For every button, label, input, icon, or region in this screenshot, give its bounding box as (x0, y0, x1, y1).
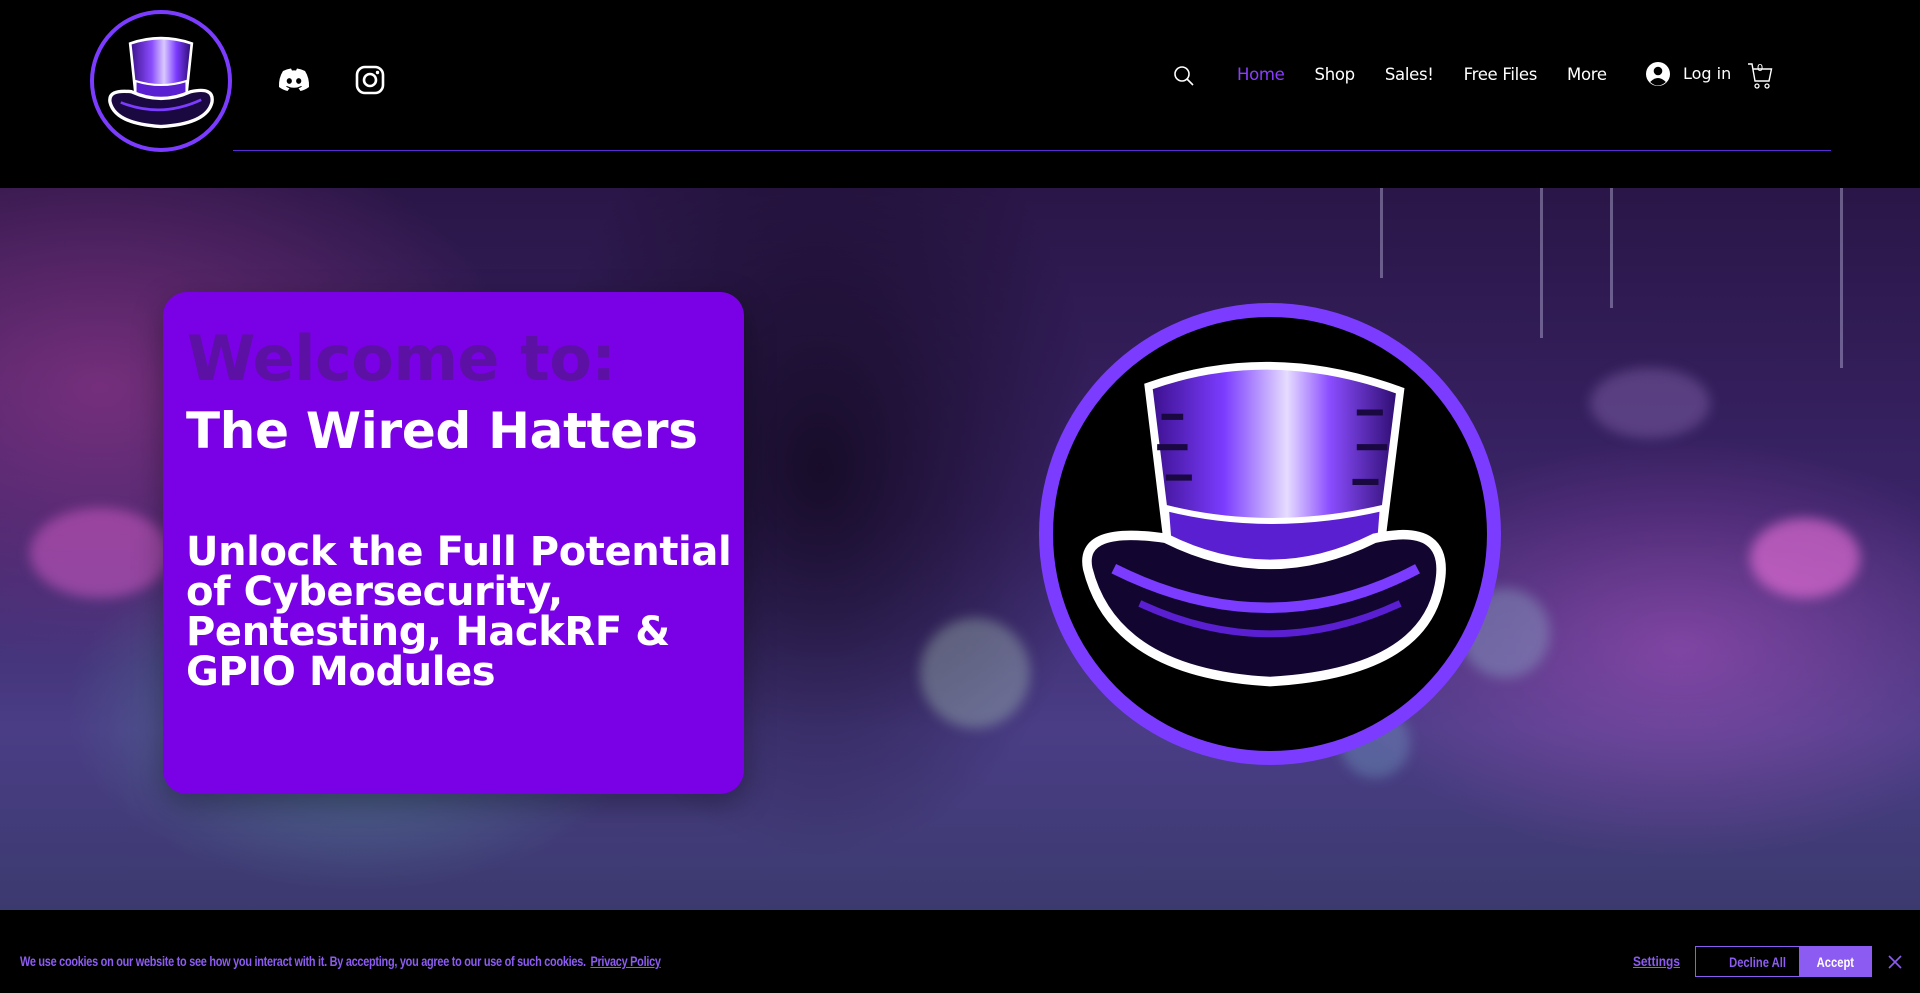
nav-item-home[interactable]: Home (1237, 62, 1285, 88)
header-divider (233, 150, 1831, 151)
cookie-message: We use cookies on our website to see how… (20, 950, 661, 972)
cookie-message-text: We use cookies on our website to see how… (20, 953, 586, 969)
bokeh-light (920, 618, 1030, 728)
discord-icon (278, 68, 310, 91)
privacy-policy-link[interactable]: Privacy Policy (590, 953, 661, 969)
discord-link[interactable] (276, 62, 312, 98)
decline-all-label: Decline All (1729, 953, 1787, 970)
main-nav: Home Shop Sales! Free Files More (1237, 62, 1607, 88)
login-label: Log in (1683, 64, 1732, 83)
bokeh-light (1590, 368, 1710, 438)
site-logo[interactable] (90, 10, 232, 152)
instagram-link[interactable] (352, 62, 388, 98)
site-header: Home Shop Sales! Free Files More Log in … (0, 0, 1920, 188)
bokeh-light (30, 508, 170, 598)
accept-button[interactable]: Accept (1799, 946, 1872, 977)
nav-item-free-files[interactable]: Free Files (1464, 62, 1538, 88)
cart-count: 0 (1756, 63, 1764, 74)
welcome-card: Welcome to: The Wired Hatters Unlock the… (163, 292, 744, 794)
cookie-settings-link[interactable]: Settings (1633, 953, 1680, 969)
welcome-eyebrow: Welcome to: (187, 322, 616, 395)
light-streak (1840, 188, 1843, 368)
bokeh-light (1750, 518, 1860, 598)
nav-item-more[interactable]: More (1567, 62, 1607, 88)
nav-item-shop[interactable]: Shop (1315, 62, 1356, 88)
light-streak (1610, 188, 1613, 308)
search-button[interactable] (1172, 64, 1196, 88)
cookie-banner: We use cookies on our website to see how… (0, 910, 1920, 993)
accept-label: Accept (1816, 953, 1855, 970)
hero-title: The Wired Hatters (186, 402, 698, 460)
top-hat-icon (108, 36, 214, 129)
close-icon (1888, 955, 1902, 969)
hero-section: Welcome to: The Wired Hatters Unlock the… (0, 188, 1920, 910)
user-avatar-icon (1646, 62, 1670, 86)
close-cookie-button[interactable] (1887, 954, 1903, 970)
light-streak (1540, 188, 1543, 338)
instagram-icon (355, 65, 385, 95)
hero-tagline: Unlock the Full Potential of Cybersecuri… (186, 529, 732, 695)
light-streak (1380, 188, 1383, 278)
hero-logo (1039, 303, 1501, 765)
top-hat-icon (1053, 317, 1487, 751)
login-button[interactable]: Log in (1645, 60, 1731, 88)
cart-button[interactable]: 0 (1747, 60, 1773, 90)
search-icon (1174, 66, 1194, 86)
nav-item-sales[interactable]: Sales! (1385, 62, 1434, 88)
